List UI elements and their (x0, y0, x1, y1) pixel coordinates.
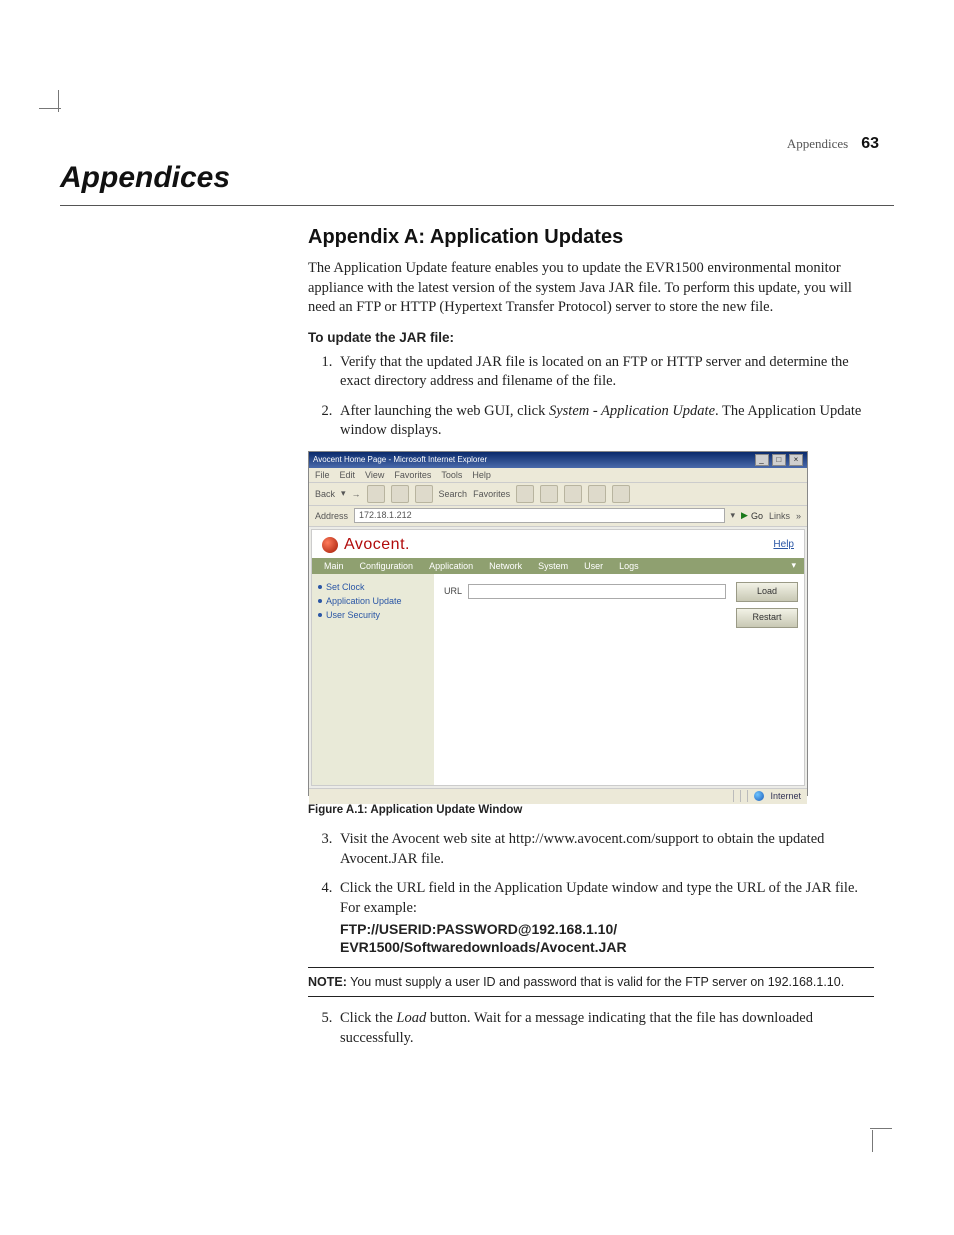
section-heading: Appendix A: Application Updates (308, 226, 874, 249)
note-text: You must supply a user ID and password t… (347, 975, 844, 989)
example-url: FTP://USERID:PASSWORD@192.168.1.10/ EVR1… (340, 920, 874, 956)
procedure-list-cont2: Click the Load button. Wait for a messag… (308, 1009, 874, 1048)
crop-mark (870, 1128, 892, 1129)
window-title: Avocent Home Page - Microsoft Internet E… (313, 455, 487, 464)
step-1: Verify that the updated JAR file is loca… (336, 353, 874, 392)
step-2: After launching the web GUI, click Syste… (336, 402, 874, 441)
running-header: Appendices 63 (60, 135, 879, 153)
url-input[interactable] (468, 584, 726, 599)
step-5: Click the Load button. Wait for a messag… (336, 1009, 874, 1048)
chapter-title: Appendices (60, 161, 894, 195)
history-icon[interactable] (516, 485, 534, 503)
url-label: URL (444, 586, 462, 596)
tab-row: Main Configuration Application Network S… (312, 558, 804, 574)
crop-mark (39, 108, 61, 109)
stop-icon[interactable] (367, 485, 385, 503)
status-bar: Internet (309, 788, 807, 804)
note-box: NOTE: You must supply a user ID and pass… (308, 967, 874, 998)
window-titlebar: Avocent Home Page - Microsoft Internet E… (309, 452, 807, 468)
menu-tools[interactable]: Tools (441, 470, 462, 480)
menubar: File Edit View Favorites Tools Help (309, 468, 807, 483)
links-label[interactable]: Links (769, 511, 790, 521)
mail-icon[interactable] (540, 485, 558, 503)
close-icon[interactable]: × (789, 454, 803, 466)
favorites-button[interactable]: Favorites (473, 489, 510, 499)
sidebar-item-user-security[interactable]: User Security (318, 610, 428, 620)
address-input[interactable]: 172.18.1.212 (354, 508, 724, 523)
sidebar-item-set-clock[interactable]: Set Clock (318, 582, 428, 592)
tab-network[interactable]: Network (481, 559, 530, 573)
avocent-logo-icon (322, 537, 338, 553)
divider (60, 205, 894, 206)
tab-application[interactable]: Application (421, 559, 481, 573)
side-nav: Set Clock Application Update User Securi… (312, 574, 434, 785)
brand-logo: Avocent. (322, 536, 410, 554)
home-icon[interactable] (415, 485, 433, 503)
tab-logs[interactable]: Logs (611, 559, 647, 573)
discuss-icon[interactable] (612, 485, 630, 503)
sidebar-item-app-update[interactable]: Application Update (318, 596, 428, 606)
address-label: Address (315, 511, 348, 521)
menu-view[interactable]: View (365, 470, 384, 480)
back-button[interactable]: Back (315, 489, 335, 499)
procedure-list: Verify that the updated JAR file is loca… (308, 353, 874, 441)
go-button[interactable]: ▶Go (741, 510, 763, 521)
procedure-list-cont: Visit the Avocent web site at http://www… (308, 830, 874, 957)
edit-icon[interactable] (588, 485, 606, 503)
search-button[interactable]: Search (439, 489, 468, 499)
step-3: Visit the Avocent web site at http://www… (336, 830, 874, 869)
crop-mark (872, 1130, 873, 1152)
note-label: NOTE: (308, 975, 347, 989)
main-panel: URL (434, 574, 736, 785)
step-4: Click the URL field in the Application U… (336, 879, 874, 957)
intro-paragraph: The Application Update feature enables y… (308, 259, 874, 318)
menu-help[interactable]: Help (472, 470, 491, 480)
page-number: 63 (861, 135, 879, 152)
maximize-icon[interactable]: □ (772, 454, 786, 466)
page-content: Avocent. Help Main Configuration Applica… (311, 529, 805, 786)
header-section: Appendices (787, 136, 848, 151)
status-zone: Internet (770, 791, 801, 801)
menu-edit[interactable]: Edit (340, 470, 356, 480)
menu-file[interactable]: File (315, 470, 330, 480)
tab-user[interactable]: User (576, 559, 611, 573)
window-controls: _ □ × (754, 454, 803, 466)
menu-favorites[interactable]: Favorites (394, 470, 431, 480)
restart-button[interactable]: Restart (736, 608, 798, 628)
figure-caption: Figure A.1: Application Update Window (308, 804, 874, 816)
toolbar: Back ▾ → Search Favorites (309, 483, 807, 506)
print-icon[interactable] (564, 485, 582, 503)
load-button[interactable]: Load (736, 582, 798, 602)
help-link[interactable]: Help (773, 539, 794, 550)
minimize-icon[interactable]: _ (755, 454, 769, 466)
globe-icon (754, 791, 764, 801)
procedure-heading: To update the JAR file: (308, 330, 874, 345)
figure-screenshot: Avocent Home Page - Microsoft Internet E… (308, 451, 808, 796)
tab-system[interactable]: System (530, 559, 576, 573)
tab-configuration[interactable]: Configuration (352, 559, 422, 573)
tab-main[interactable]: Main (316, 559, 352, 573)
button-panel: Load Restart (736, 574, 804, 785)
refresh-icon[interactable] (391, 485, 409, 503)
address-bar: Address 172.18.1.212 ▾ ▶Go Links » (309, 506, 807, 527)
